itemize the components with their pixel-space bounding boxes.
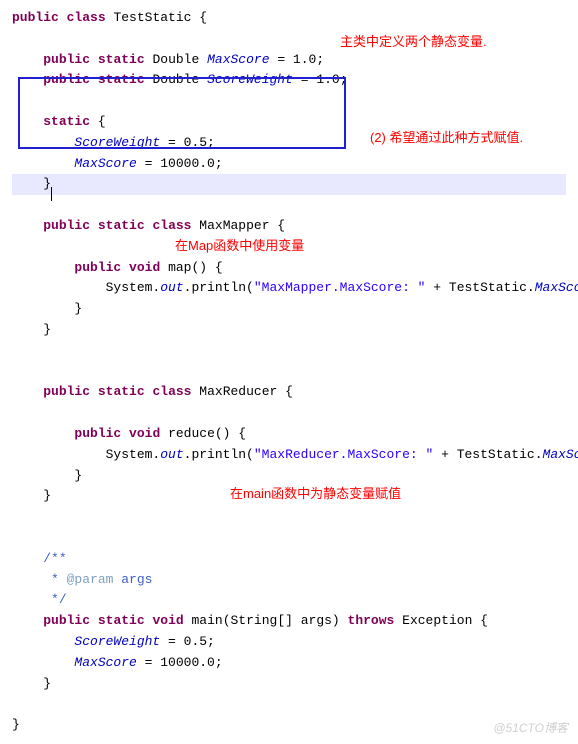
string-literal: "MaxMapper.MaxScore: " <box>254 280 426 295</box>
current-line: } <box>12 174 566 195</box>
kw-public: public <box>74 426 121 441</box>
annotation-map: 在Map函数中使用变量 <box>175 236 304 257</box>
sysout: System. <box>106 447 161 462</box>
kw-public: public <box>43 52 90 67</box>
kw-public: public <box>43 384 90 399</box>
out-field: out <box>160 447 183 462</box>
exception: Exception { <box>402 613 488 628</box>
kw-static: static <box>98 218 145 233</box>
brace-close: } <box>43 676 51 691</box>
eq: = 1.0; <box>293 72 348 87</box>
kw-static: static <box>98 52 145 67</box>
out-field: out <box>160 280 183 295</box>
eq: = 10000.0; <box>137 655 223 670</box>
brace-close: } <box>43 488 51 503</box>
println: .println( <box>184 447 254 462</box>
type: Double <box>152 72 199 87</box>
watermark: @51CTO博客 <box>493 719 568 738</box>
kw-void: void <box>129 260 160 275</box>
brace-close: } <box>74 301 82 316</box>
type: Double <box>152 52 199 67</box>
field-maxscore: MaxScore <box>74 156 136 171</box>
kw-static: static <box>98 384 145 399</box>
plus: + TestStatic. <box>433 447 542 462</box>
class-name: TestStatic { <box>113 10 207 25</box>
kw-public: public <box>43 72 90 87</box>
kw-public: public <box>43 218 90 233</box>
eq: = 1.0; <box>270 52 325 67</box>
javadoc-param: @param <box>67 572 114 587</box>
field-scoreweight: ScoreWeight <box>74 634 160 649</box>
brace-close: } <box>12 717 20 732</box>
javadoc-args: args <box>113 572 152 587</box>
kw-void: void <box>152 613 183 628</box>
kw-throws: throws <box>348 613 395 628</box>
field-maxscore: MaxScore <box>543 447 578 462</box>
kw-static: static <box>43 114 90 129</box>
fn-map: map() { <box>168 260 223 275</box>
kw-void: void <box>129 426 160 441</box>
annotation-top: 主类中定义两个静态变量. <box>340 32 487 53</box>
fn-reduce: reduce() { <box>168 426 246 441</box>
brace-close: } <box>43 322 51 337</box>
javadoc-line: * <box>43 572 66 587</box>
kw-static: static <box>98 72 145 87</box>
string-literal: "MaxReducer.MaxScore: " <box>254 447 433 462</box>
brace-close: } <box>43 176 51 191</box>
kw-public: public <box>74 260 121 275</box>
javadoc-close: */ <box>43 592 66 607</box>
eq: = 10000.0; <box>137 156 223 171</box>
kw-public: public <box>43 613 90 628</box>
field-maxscore: MaxScore <box>74 655 136 670</box>
class-name: MaxReducer { <box>199 384 293 399</box>
brace-close: } <box>74 468 82 483</box>
field-maxscore: MaxScore <box>535 280 578 295</box>
field-scoreweight: ScoreWeight <box>207 72 293 87</box>
kw-static: static <box>98 613 145 628</box>
plus: + TestStatic. <box>426 280 535 295</box>
brace: { <box>90 114 106 129</box>
eq: = 0.5; <box>160 135 215 150</box>
sysout: System. <box>106 280 161 295</box>
fn-main: main(String[] args) <box>192 613 348 628</box>
kw-public: public <box>12 10 59 25</box>
class-name: MaxMapper { <box>199 218 285 233</box>
eq: = 0.5; <box>160 634 215 649</box>
kw-class: class <box>152 218 191 233</box>
kw-class: class <box>67 10 106 25</box>
kw-class: class <box>152 384 191 399</box>
javadoc-open: /** <box>43 551 66 566</box>
field-scoreweight: ScoreWeight <box>74 135 160 150</box>
annotation-box: (2) 希望通过此种方式赋值. <box>370 128 523 149</box>
annotation-main: 在main函数中为静态变量赋值 <box>230 484 401 505</box>
code-editor[interactable]: public class TestStatic { public static … <box>12 8 566 736</box>
field-maxscore: MaxScore <box>207 52 269 67</box>
println: .println( <box>184 280 254 295</box>
